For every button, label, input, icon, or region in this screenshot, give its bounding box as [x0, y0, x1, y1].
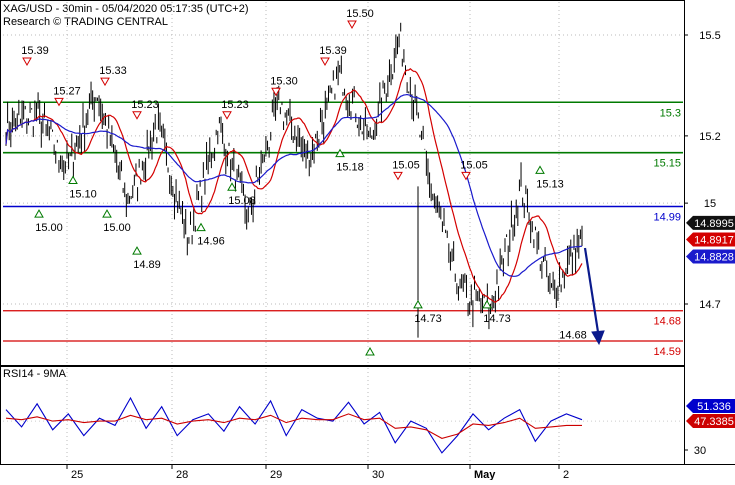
chart-title: XAG/USD - 30min - 05/04/2020 05:17:35 (U…	[3, 3, 248, 15]
pivot-low-label: 15.00	[103, 222, 131, 234]
x-tick-label: 2	[563, 469, 569, 480]
last-value-label-ma_slow: 14.8828	[694, 252, 734, 264]
pivot-low-label: 15.08	[228, 195, 256, 207]
pivot-low-label: 14.73	[414, 313, 442, 325]
pivot-low-label: 15.00	[35, 222, 63, 234]
last-value-label-ma_fast: 14.8917	[694, 235, 734, 247]
level-label-pivot: 14.99	[653, 211, 681, 223]
pivot-low-label: 14.73	[483, 313, 511, 325]
pivot-low-label: 15.13	[536, 178, 564, 190]
pivot-low-label: 15.18	[336, 162, 364, 174]
target-label: 14.68	[559, 330, 587, 342]
pivot-high-label: 15.39	[21, 45, 49, 57]
pivot-high-label: 15.05	[460, 159, 488, 171]
x-tick-label: 30	[372, 469, 384, 480]
rsi-title: RSI14 - 9MA	[3, 368, 67, 380]
chart-canvas: XAG/USD - 30min - 05/04/2020 05:17:35 (U…	[0, 0, 735, 481]
price-y-tick-label: 15.5	[699, 30, 720, 42]
level-label-support: 14.68	[653, 316, 681, 328]
pivot-high-label: 15.30	[270, 75, 298, 87]
level-label-support: 14.59	[653, 346, 681, 358]
pivot-low-label: 15.10	[69, 189, 97, 201]
x-tick-label: May	[474, 469, 496, 480]
pivot-high-label: 15.05	[392, 159, 420, 171]
chart-subtitle: Research © TRADING CENTRAL	[3, 16, 168, 28]
x-tick-label: 28	[176, 469, 188, 480]
price-y-tick-label: 15	[704, 198, 716, 210]
pivot-low-label: 14.96	[197, 236, 225, 248]
last-value-label-price: 14.8995	[694, 218, 734, 230]
price-y-tick-label: 15.2	[699, 131, 720, 143]
pivot-high-label: 15.33	[99, 65, 127, 77]
pivot-high-label: 15.27	[53, 85, 81, 97]
level-label-resistance: 15.3	[660, 107, 681, 119]
level-label-resistance: 15.15	[653, 158, 681, 170]
price-y-tick-label: 14.7	[699, 299, 720, 311]
pivot-high-label: 15.39	[319, 45, 347, 57]
pivot-high-label: 15.23	[221, 99, 249, 111]
pivot-high-label: 15.23	[131, 99, 159, 111]
rsi-last-label-rsi_ma: 47.3385	[694, 416, 734, 428]
rsi-y-tick-label: 30	[694, 445, 706, 457]
pivot-high-label: 15.50	[346, 8, 374, 20]
rsi-last-label-rsi: 51.336	[697, 401, 731, 413]
chart: XAG/USD - 30min - 05/04/2020 05:17:35 (U…	[0, 0, 735, 481]
x-tick-label: 25	[71, 469, 83, 480]
pivot-low-label: 14.89	[133, 259, 161, 271]
x-tick-label: 29	[270, 469, 282, 480]
